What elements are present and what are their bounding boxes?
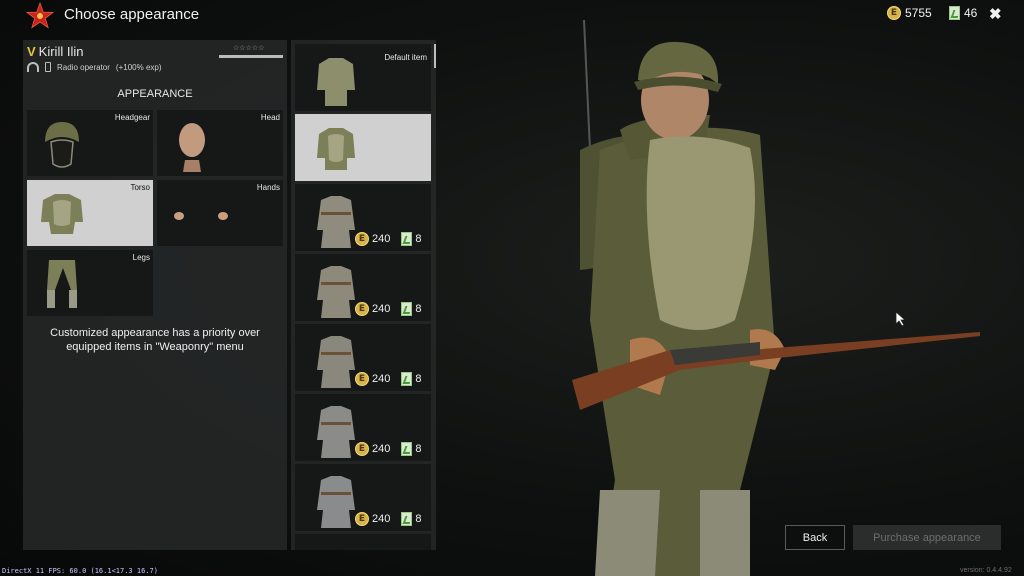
item-greatcoat-1[interactable]: E 240 8 — [295, 184, 431, 251]
coin-icon: E — [355, 512, 369, 526]
slot-head[interactable]: Head — [157, 110, 283, 176]
version-label: version: 0.4.4.92 — [960, 567, 1012, 574]
item-tickets: 8 — [415, 373, 422, 385]
ticket-icon — [401, 512, 413, 526]
back-button[interactable]: Back — [785, 525, 845, 550]
item-default[interactable]: Default item — [295, 44, 431, 111]
legs-icon — [47, 260, 77, 308]
role-row: Radio operator (+100% exp) — [27, 62, 162, 72]
fps-counter: DirectX 11 FPS: 60.0 (16.1<17.3 16.7) — [2, 567, 158, 575]
exp-bonus: (+100% exp) — [115, 62, 162, 72]
scrollbar-thumb[interactable] — [434, 44, 436, 68]
coat-icon — [317, 336, 355, 388]
price-row: E 240 8 — [355, 302, 421, 316]
head-icon — [179, 123, 205, 172]
ticket-icon — [401, 372, 413, 386]
item-list[interactable]: Default item E 240 8 E 240 8 E 240 8 E 2… — [291, 40, 436, 550]
coat-icon — [317, 196, 355, 248]
role-label: Radio operator — [57, 62, 110, 72]
radio-icon — [45, 62, 51, 72]
coat-icon — [317, 266, 355, 318]
item-partial[interactable] — [295, 534, 431, 550]
item-tickets: 8 — [415, 443, 422, 455]
slot-headgear[interactable]: Headgear — [27, 110, 153, 176]
close-icon[interactable]: ✖ — [989, 5, 1002, 23]
item-price: 240 — [372, 303, 391, 315]
item-armor-vest[interactable] — [295, 114, 431, 181]
soldier-model — [572, 20, 980, 576]
coat-icon — [317, 476, 355, 528]
slot-label: Headgear — [114, 113, 150, 122]
item-greatcoat-4[interactable]: E 240 8 — [295, 394, 431, 461]
coat-icon — [317, 406, 355, 458]
item-greatcoat-3[interactable]: E 240 8 — [295, 324, 431, 391]
item-tickets: 8 — [415, 303, 422, 315]
notice-line-2: equipped items in "Weaponry" menu — [66, 341, 244, 353]
slot-label: Hands — [256, 183, 280, 192]
item-greatcoat-5[interactable]: E 240 8 — [295, 464, 431, 531]
slot-torso[interactable]: Torso — [27, 180, 153, 246]
coin-icon: E — [355, 372, 369, 386]
section-title: APPEARANCE — [117, 88, 193, 100]
item-label: Default item — [384, 53, 427, 62]
priority-notice: Customized appearance has a priority ove… — [23, 326, 287, 354]
torso-icon — [41, 194, 83, 234]
coin-icon: E — [887, 6, 901, 20]
ticket-icon — [401, 232, 413, 246]
rating-stars: ☆☆☆☆☆ — [233, 45, 265, 52]
rank-badge: V — [27, 44, 36, 59]
price-row: E 240 8 — [355, 442, 421, 456]
item-price: 240 — [372, 513, 391, 525]
headset-icon — [27, 62, 39, 72]
ticket-icon — [949, 6, 960, 20]
item-tickets: 8 — [415, 513, 422, 525]
notice-line-1: Customized appearance has a priority ove… — [50, 327, 260, 339]
ticket-icon — [401, 442, 413, 456]
item-price: 240 — [372, 233, 391, 245]
page-title: Choose appearance — [64, 6, 200, 23]
tickets-amount: 46 — [964, 6, 978, 20]
coins-balance: E 5755 — [887, 6, 932, 20]
coins-amount: 5755 — [905, 6, 932, 20]
item-greatcoat-2[interactable]: E 240 8 — [295, 254, 431, 321]
soldier-name-row: V Kirill Ilin — [27, 44, 83, 59]
helmet-icon — [45, 122, 79, 168]
tickets-balance: 46 — [949, 6, 977, 20]
slot-label: Torso — [130, 183, 150, 192]
price-row: E 240 8 — [355, 232, 421, 246]
purchase-appearance-button[interactable]: Purchase appearance — [853, 525, 1001, 550]
red-star-icon — [26, 2, 54, 29]
ticket-icon — [401, 302, 413, 316]
soldier-name: Kirill Ilin — [38, 44, 84, 59]
price-row: E 240 8 — [355, 512, 421, 526]
slot-hands[interactable]: Hands — [157, 180, 283, 246]
coin-icon: E — [355, 442, 369, 456]
appearance-panel: V Kirill Ilin ☆☆☆☆☆ Radio operator (+100%… — [23, 40, 287, 550]
item-price: 240 — [372, 373, 391, 385]
hands-icon — [174, 212, 228, 220]
mouse-cursor-icon — [895, 311, 907, 327]
slot-label: Head — [260, 113, 280, 122]
rating-bar — [219, 55, 283, 58]
coin-icon: E — [355, 232, 369, 246]
item-price: 240 — [372, 443, 391, 455]
armor-jacket-icon — [317, 128, 355, 170]
price-row: E 240 8 — [355, 372, 421, 386]
jacket-icon — [317, 58, 355, 106]
top-bar: Choose appearance E 5755 46 ✖ — [0, 0, 1024, 32]
slot-label: Legs — [132, 253, 150, 262]
item-tickets: 8 — [415, 233, 422, 245]
slot-legs[interactable]: Legs — [27, 250, 153, 316]
coin-icon: E — [355, 302, 369, 316]
